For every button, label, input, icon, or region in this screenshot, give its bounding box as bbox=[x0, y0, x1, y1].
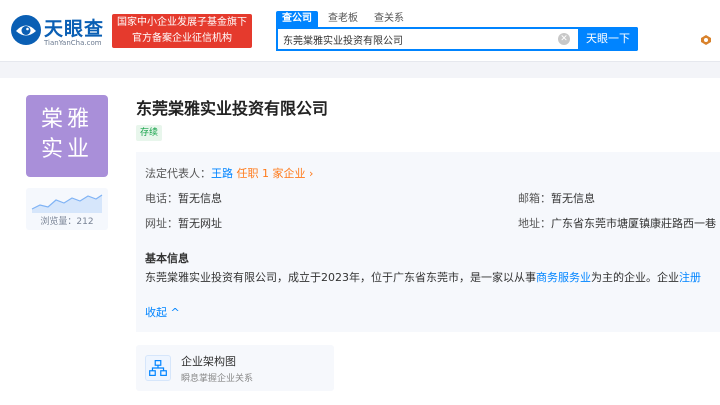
company-logo-line1: 棠雅 bbox=[40, 107, 93, 132]
status-badge: 存续 bbox=[136, 125, 163, 141]
email-row: 邮箱：暂无信息 bbox=[518, 190, 595, 206]
phone-value: 暂无信息 bbox=[178, 192, 222, 205]
views-count: 浏览量：212 bbox=[40, 217, 94, 227]
legal-rep-row: 法定代表人：王路 任职 1 家企业 › bbox=[145, 165, 313, 181]
structure-card[interactable]: 企业架构图 瞬息掌握企业关系 bbox=[136, 345, 334, 391]
logo-domain: TianYanCha.com bbox=[44, 39, 102, 47]
badge-icon[interactable] bbox=[700, 34, 712, 46]
slogan-banner: 国家中小企业发展子基金旗下 官方备案企业征信机构 bbox=[112, 14, 252, 48]
basic-text-part2: 为主的企业。企业 bbox=[591, 271, 679, 284]
address-value: 广东省东莞市塘厦镇康莊路西一巷 bbox=[551, 217, 716, 230]
industry-link[interactable]: 商务服务业 bbox=[536, 271, 591, 284]
structure-subtitle: 瞬息掌握企业关系 bbox=[181, 374, 254, 384]
basic-info-text: 东莞棠雅实业投资有限公司，成立于2023年，位于广东省东莞市，是一家以从事商务服… bbox=[145, 269, 720, 285]
logo-name: 天眼查 bbox=[44, 18, 105, 40]
slogan-line2: 官方备案企业征信机构 bbox=[132, 33, 232, 44]
website-value: 暂无网址 bbox=[178, 217, 222, 230]
org-chart-icon bbox=[145, 355, 171, 381]
top-header: 天眼查 TianYanCha.com 国家中小企业发展子基金旗下 官方备案企业征… bbox=[0, 0, 720, 62]
views-trend-icon bbox=[31, 194, 103, 213]
collapse-button[interactable]: 收起 ^ bbox=[145, 304, 180, 320]
site-logo[interactable]: 天眼查 TianYanCha.com bbox=[10, 12, 112, 52]
email-value: 暂无信息 bbox=[551, 192, 595, 205]
register-link[interactable]: 注册 bbox=[679, 271, 701, 284]
company-card: 棠雅 实业 浏览量：212 东莞棠雅实业投资有限公司 存续 法定代表人：王路 任… bbox=[0, 78, 720, 405]
phone-row: 电话：暂无信息 bbox=[145, 190, 222, 206]
legal-rep-role-link[interactable]: 任职 1 家企业 › bbox=[237, 167, 314, 180]
structure-title: 企业架构图 bbox=[181, 355, 236, 368]
legal-rep-name-link[interactable]: 王路 bbox=[211, 167, 233, 180]
basic-info-title: 基本信息 bbox=[145, 252, 189, 265]
company-logo: 棠雅 实业 bbox=[26, 95, 108, 177]
address-row: 地址：广东省东莞市塘厦镇康莊路西一巷 bbox=[518, 215, 720, 231]
info-panel: 法定代表人：王路 任职 1 家企业 › 电话：暂无信息 邮箱：暂无信息 网址：暂… bbox=[136, 152, 720, 332]
search-box: ✕ 天眼一下 bbox=[276, 27, 638, 51]
email-label: 邮箱： bbox=[518, 192, 551, 205]
legal-rep-label: 法定代表人： bbox=[145, 167, 211, 180]
website-row: 网址：暂无网址 bbox=[145, 215, 222, 231]
tab-search-relation[interactable]: 查关系 bbox=[374, 11, 404, 27]
clear-icon[interactable]: ✕ bbox=[558, 33, 570, 45]
website-label: 网址： bbox=[145, 217, 178, 230]
address-label: 地址： bbox=[518, 217, 551, 230]
search-button[interactable]: 天眼一下 bbox=[578, 27, 638, 51]
views-box: 浏览量：212 bbox=[26, 188, 108, 230]
tab-search-company[interactable]: 查公司 bbox=[276, 11, 318, 27]
eye-logo-icon bbox=[11, 15, 41, 45]
company-logo-line2: 实业 bbox=[40, 137, 93, 162]
basic-text-part1: 东莞棠雅实业投资有限公司，成立于2023年，位于广东省东莞市，是一家以从事 bbox=[145, 271, 536, 284]
search-input[interactable] bbox=[278, 29, 568, 49]
tab-search-boss[interactable]: 查老板 bbox=[328, 11, 358, 27]
phone-label: 电话： bbox=[145, 192, 178, 205]
slogan-line1: 国家中小企业发展子基金旗下 bbox=[117, 17, 247, 28]
company-name: 东莞棠雅实业投资有限公司 bbox=[136, 99, 329, 118]
